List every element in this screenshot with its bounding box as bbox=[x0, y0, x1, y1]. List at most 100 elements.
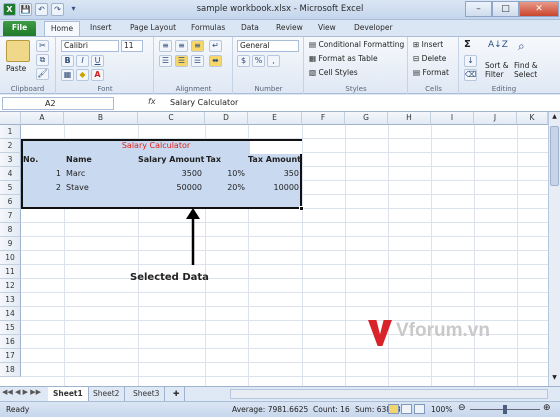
tab-developer[interactable]: Developer bbox=[354, 21, 393, 36]
tab-view[interactable]: View bbox=[318, 21, 336, 36]
sheet-tab-sheet1[interactable]: Sheet1 bbox=[48, 387, 89, 401]
insert-function-icon[interactable]: fx bbox=[148, 97, 156, 106]
column-header[interactable]: B bbox=[64, 112, 138, 125]
paste-icon[interactable] bbox=[6, 40, 30, 62]
filter-label[interactable]: Filter bbox=[485, 70, 504, 79]
fill-icon[interactable]: ↓ bbox=[464, 55, 477, 67]
tab-review[interactable]: Review bbox=[276, 21, 303, 36]
paste-label[interactable]: Paste bbox=[6, 64, 26, 73]
wrap-text-icon[interactable]: ↵ bbox=[209, 40, 222, 52]
column-header[interactable]: J bbox=[474, 112, 517, 125]
number-format-select[interactable]: General bbox=[237, 40, 299, 52]
percent-button[interactable]: % bbox=[252, 55, 265, 67]
column-header[interactable]: I bbox=[431, 112, 474, 125]
autosum-icon[interactable]: Σ bbox=[464, 39, 471, 50]
maximize-button[interactable]: □ bbox=[492, 1, 519, 17]
currency-button[interactable]: $ bbox=[237, 55, 250, 67]
row-header[interactable]: 12 bbox=[0, 279, 21, 293]
worksheet-grid[interactable]: A B C D E F G H I J K 1 2 3 4 5 6 7 8 9 … bbox=[0, 112, 548, 386]
tab-insert[interactable]: Insert bbox=[90, 21, 112, 36]
column-header[interactable]: K bbox=[517, 112, 548, 125]
comma-button[interactable]: , bbox=[267, 55, 280, 67]
data-cell[interactable]: 2 bbox=[21, 181, 64, 195]
page-layout-view-icon[interactable] bbox=[401, 404, 412, 414]
align-top-icon[interactable]: ≡ bbox=[159, 40, 172, 52]
cut-icon[interactable]: ✂ bbox=[36, 40, 49, 52]
page-break-view-icon[interactable] bbox=[414, 404, 425, 414]
close-button[interactable]: ✕ bbox=[519, 1, 559, 17]
tab-home[interactable]: Home bbox=[44, 21, 80, 36]
column-header[interactable]: C bbox=[138, 112, 205, 125]
align-middle-icon[interactable]: ≡ bbox=[175, 40, 188, 52]
row-header[interactable]: 9 bbox=[0, 237, 21, 251]
copy-icon[interactable]: ⧉ bbox=[36, 54, 49, 66]
header-cell[interactable]: Tax bbox=[206, 153, 248, 167]
font-size-select[interactable]: 11 bbox=[121, 40, 143, 52]
row-header[interactable]: 17 bbox=[0, 349, 21, 363]
column-header[interactable]: H bbox=[388, 112, 431, 125]
data-cell[interactable]: 10% bbox=[205, 167, 248, 181]
underline-button[interactable]: U bbox=[91, 55, 104, 67]
row-header[interactable]: 10 bbox=[0, 251, 21, 265]
cell-styles-button[interactable]: ▧ Cell Styles bbox=[309, 68, 358, 77]
horizontal-scrollbar[interactable] bbox=[230, 389, 548, 399]
sheet-tab-sheet2[interactable]: Sheet2 bbox=[88, 387, 126, 401]
scroll-thumb[interactable] bbox=[550, 126, 559, 186]
row-header[interactable]: 5 bbox=[0, 181, 21, 195]
row-header[interactable]: 7 bbox=[0, 209, 21, 223]
header-cell[interactable]: Name bbox=[66, 153, 138, 167]
select-all-corner[interactable] bbox=[0, 112, 21, 125]
find-binoculars-icon[interactable]: ⌕ bbox=[518, 39, 525, 54]
fill-color-icon[interactable]: ◆ bbox=[76, 69, 89, 81]
delete-cells-button[interactable]: ⊟ Delete bbox=[413, 54, 446, 63]
conditional-formatting-button[interactable]: ▤ Conditional Formatting bbox=[309, 40, 404, 49]
font-name-select[interactable]: Calibri bbox=[61, 40, 119, 52]
font-color-icon[interactable]: A bbox=[91, 69, 104, 81]
format-cells-button[interactable]: ▤ Format bbox=[413, 68, 449, 77]
tab-formulas[interactable]: Formulas bbox=[191, 21, 225, 36]
tab-data[interactable]: Data bbox=[241, 21, 259, 36]
vertical-scrollbar[interactable]: ▲ ▼ bbox=[548, 112, 560, 386]
row-header[interactable]: 3 bbox=[0, 153, 21, 167]
normal-view-icon[interactable] bbox=[388, 404, 399, 414]
row-header[interactable]: 4 bbox=[0, 167, 21, 181]
sheet-nav-icon[interactable]: ◀◀ ◀ ▶ ▶▶ bbox=[2, 388, 41, 396]
header-cell[interactable]: Salary Amount bbox=[138, 153, 205, 167]
data-cell[interactable]: 20% bbox=[205, 181, 248, 195]
merge-center-icon[interactable]: ⬌ bbox=[209, 55, 222, 67]
row-header[interactable]: 18 bbox=[0, 363, 21, 377]
scroll-up-icon[interactable]: ▲ bbox=[550, 113, 559, 122]
row-header[interactable]: 14 bbox=[0, 307, 21, 321]
name-box[interactable]: A2 bbox=[2, 97, 114, 110]
data-cell[interactable]: 1 bbox=[21, 167, 64, 181]
data-cell[interactable]: 10000 bbox=[248, 181, 302, 195]
data-cell[interactable]: Marc bbox=[66, 167, 138, 181]
tab-file[interactable]: File bbox=[3, 21, 36, 36]
zoom-in-icon[interactable]: ⊕ bbox=[543, 403, 551, 413]
data-cell[interactable]: Stave bbox=[66, 181, 138, 195]
row-header[interactable]: 2 bbox=[0, 139, 21, 153]
fill-handle[interactable] bbox=[299, 206, 304, 211]
data-cell[interactable]: 350 bbox=[248, 167, 302, 181]
find-label[interactable]: Find & bbox=[514, 61, 538, 70]
minimize-button[interactable]: – bbox=[465, 1, 492, 17]
scroll-down-icon[interactable]: ▼ bbox=[550, 374, 559, 383]
row-header[interactable]: 11 bbox=[0, 265, 21, 279]
formula-input[interactable]: Salary Calculator bbox=[170, 98, 238, 107]
format-painter-icon[interactable]: 🖌 bbox=[36, 68, 49, 80]
align-left-icon[interactable]: ☰ bbox=[159, 55, 172, 67]
sort-filter-icon[interactable]: A↓Z bbox=[488, 40, 508, 56]
zoom-level[interactable]: 100% bbox=[431, 405, 452, 414]
column-header[interactable]: E bbox=[248, 112, 302, 125]
row-header[interactable]: 1 bbox=[0, 125, 21, 139]
column-header[interactable]: F bbox=[302, 112, 345, 125]
row-header[interactable]: 16 bbox=[0, 335, 21, 349]
clear-icon[interactable]: ⌫ bbox=[464, 69, 477, 81]
header-cell[interactable]: No. bbox=[23, 153, 64, 167]
zoom-slider-thumb[interactable] bbox=[503, 405, 507, 414]
italic-button[interactable]: I bbox=[76, 55, 89, 67]
align-bottom-icon[interactable]: ≡ bbox=[191, 40, 204, 52]
column-header[interactable]: G bbox=[345, 112, 388, 125]
align-center-icon[interactable]: ☰ bbox=[175, 55, 188, 67]
row-header[interactable]: 8 bbox=[0, 223, 21, 237]
